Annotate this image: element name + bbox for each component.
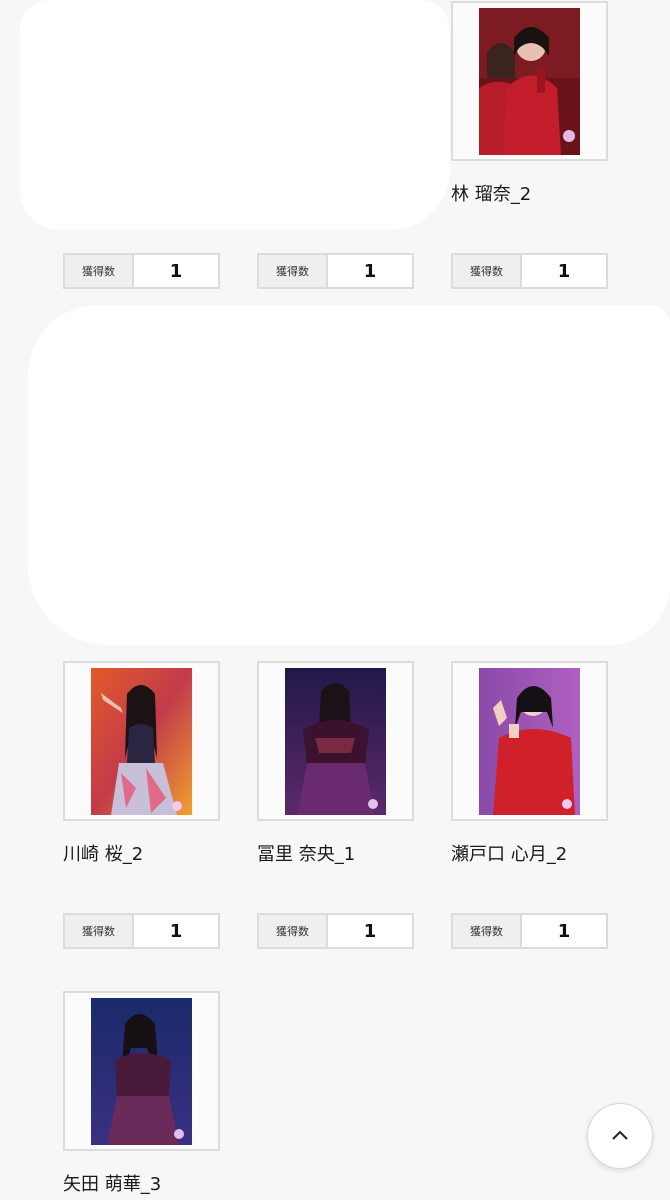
member-name: 林 瑠奈_2 (451, 184, 532, 205)
count-value: 1 (363, 920, 377, 942)
count-value: 1 (363, 260, 377, 282)
member-photo (285, 668, 386, 815)
count-label: 獲得数 (65, 255, 134, 287)
back-to-top-button[interactable] (587, 1103, 653, 1169)
count-label: 獲得数 (453, 915, 522, 947)
member-name: 冨里 奈央_1 (257, 844, 356, 865)
chevron-up-icon (612, 1130, 628, 1140)
count-box: 獲得数 1 (63, 253, 220, 289)
count-box-setoguchi: 獲得数 1 (451, 913, 608, 949)
photo-card-hayashi[interactable] (451, 1, 608, 161)
member-photo (91, 668, 192, 815)
count-label: 獲得数 (259, 915, 328, 947)
photo-card-tomisato[interactable] (257, 661, 414, 821)
count-value: 1 (557, 260, 571, 282)
count-box-kawasaki: 獲得数 1 (63, 913, 220, 949)
member-photo (479, 668, 580, 815)
count-value: 1 (169, 260, 183, 282)
member-name: 瀬戸口 心月_2 (451, 844, 568, 865)
member-name: 川崎 桜_2 (63, 844, 144, 865)
count-label: 獲得数 (259, 255, 328, 287)
member-photo (479, 8, 580, 155)
redacted-area (28, 305, 670, 645)
count-label: 獲得数 (65, 915, 134, 947)
count-value: 1 (169, 920, 183, 942)
redacted-area (20, 0, 450, 230)
count-box-tomisato: 獲得数 1 (257, 913, 414, 949)
photo-card-kawasaki[interactable] (63, 661, 220, 821)
count-box-hayashi: 獲得数 1 (451, 253, 608, 289)
member-name: 矢田 萌華_3 (63, 1174, 162, 1195)
count-value: 1 (557, 920, 571, 942)
photo-card-yata[interactable] (63, 991, 220, 1151)
photo-card-setoguchi[interactable] (451, 661, 608, 821)
count-box: 獲得数 1 (257, 253, 414, 289)
count-label: 獲得数 (453, 255, 522, 287)
member-photo (91, 998, 192, 1145)
